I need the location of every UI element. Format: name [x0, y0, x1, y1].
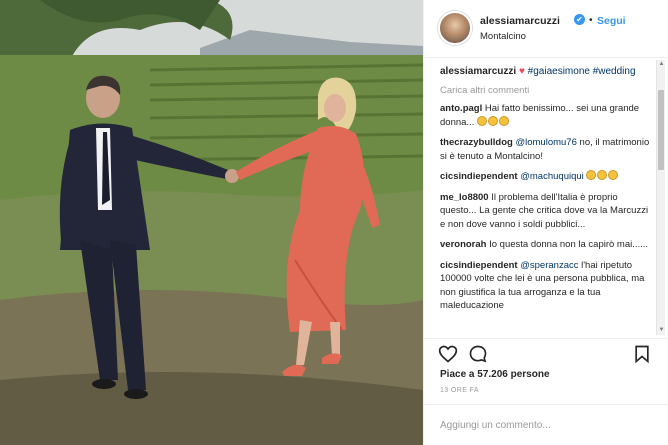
comment-username[interactable]: cicsindiependent [440, 171, 518, 182]
emoji-icon [608, 170, 619, 180]
comment-mention[interactable]: @lomulomu76 [515, 137, 576, 148]
add-comment-input[interactable] [440, 417, 640, 433]
post-header: alessiamarcuzzi ✔ • Segui Montalcino [424, 0, 668, 58]
emoji-icon [586, 170, 597, 180]
emoji-icon [498, 115, 509, 126]
caption-hashtags[interactable]: #gaiaesimone #wedding [528, 66, 636, 77]
caption-username[interactable]: alessiamarcuzzi [440, 66, 516, 77]
comment-text: Io questa donna non la capirò mai...... [489, 239, 649, 250]
follow-button[interactable]: Segui [597, 15, 626, 27]
header-separator: • [589, 15, 593, 26]
comments-scrollbar[interactable]: ▲ ▼ [656, 60, 665, 335]
instagram-post: alessiamarcuzzi ✔ • Segui Montalcino ale… [0, 0, 668, 445]
comment-item: thecrazybulldog @lomulomu76 no, il matri… [440, 136, 650, 163]
comment-username[interactable]: cicsindiependent [440, 260, 518, 271]
emoji-icon [476, 115, 487, 126]
comment-item: veronorah Io questa donna non la capirò … [440, 238, 650, 252]
comment-username[interactable]: anto.pagl [440, 103, 482, 114]
comment-username[interactable]: me_lo8800 [440, 192, 489, 203]
heart-icon[interactable] [438, 344, 458, 364]
scrollbar-thumb[interactable] [658, 90, 664, 170]
post-photo[interactable] [0, 0, 423, 445]
avatar[interactable] [438, 11, 472, 45]
likes-count[interactable]: Piace a 57.206 persone [440, 369, 550, 380]
heart-emoji: ♥ [518, 66, 525, 77]
emoji-icon [597, 170, 608, 180]
comment-item: me_lo8800 Il problema dell'Italia è prop… [440, 191, 650, 232]
post-timestamp: 13 ORE FA [440, 387, 480, 394]
comments-list[interactable]: alessiamarcuzzi ♥ #gaiaesimone #wedding … [424, 62, 658, 332]
post-side-panel: alessiamarcuzzi ✔ • Segui Montalcino ale… [423, 0, 668, 445]
post-actions [424, 338, 668, 366]
emoji-icon [487, 115, 498, 126]
scroll-up-arrow-icon[interactable]: ▲ [657, 60, 666, 69]
header-username[interactable]: alessiamarcuzzi [480, 15, 560, 27]
scroll-down-arrow-icon[interactable]: ▼ [657, 326, 666, 335]
comment-item: anto.pagl Hai fatto benissimo... sei una… [440, 102, 650, 129]
comment-item: cicsindiependent @speranzacc l'hai ripet… [440, 259, 650, 313]
comment-mention[interactable]: @speranzacc [520, 260, 578, 271]
add-comment-bar [424, 404, 668, 445]
comment-item: cicsindiependent @machuquiqui [440, 170, 650, 184]
load-more-comments-link[interactable]: Carica altri commenti [440, 85, 650, 96]
bookmark-icon[interactable] [632, 344, 652, 364]
comment-mention[interactable]: @machuquiqui [520, 171, 584, 182]
comment-username[interactable]: veronorah [440, 239, 486, 250]
location-link[interactable]: Montalcino [480, 31, 526, 42]
post-caption: alessiamarcuzzi ♥ #gaiaesimone #wedding [440, 65, 650, 79]
comment-username[interactable]: thecrazybulldog [440, 137, 513, 148]
wedding-photo-illustration [0, 0, 423, 445]
comment-icon[interactable] [468, 344, 488, 364]
verified-badge-icon: ✔ [574, 14, 585, 25]
